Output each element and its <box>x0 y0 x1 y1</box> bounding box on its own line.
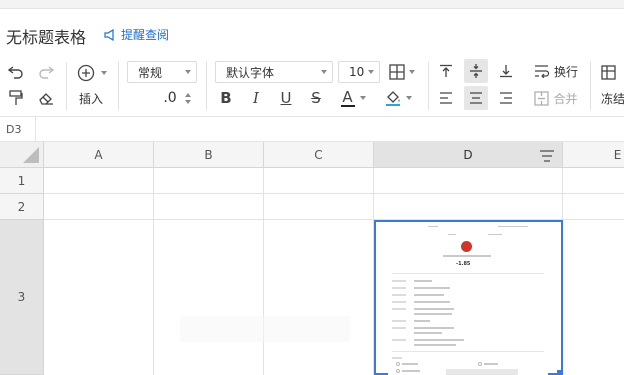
megaphone-icon <box>104 28 117 41</box>
number-format-select[interactable]: 常规 <box>127 61 197 83</box>
grid-line <box>153 168 154 375</box>
format-painter-icon <box>9 90 23 105</box>
grid-line <box>263 168 264 375</box>
row-header-3[interactable]: 3 <box>0 220 44 375</box>
reminder-label: 提醒查阅 <box>121 28 170 42</box>
freeze-panes-label: 冻结 <box>601 91 624 106</box>
toolbar-separator <box>206 62 207 110</box>
grid-line <box>44 193 624 194</box>
align-bottom-icon <box>500 65 512 78</box>
font-size-value: 10 <box>349 65 365 79</box>
font-color-icon: A <box>340 88 355 107</box>
align-right-icon <box>500 92 512 104</box>
align-center-button[interactable] <box>464 86 488 110</box>
paint-bucket-icon <box>385 90 401 106</box>
merchant-logo <box>461 241 472 252</box>
toolbar-separator <box>428 62 429 110</box>
fill-handle[interactable] <box>557 370 563 375</box>
reminder-button[interactable]: 提醒查阅 <box>104 26 169 43</box>
font-color-swatch <box>340 105 355 107</box>
merge-cells-button[interactable]: 合并 <box>532 88 580 108</box>
italic-button[interactable]: I <box>246 88 266 108</box>
number-format-value: 常规 <box>138 65 163 80</box>
eraser-icon <box>39 93 53 105</box>
font-color-letter: A <box>342 88 353 106</box>
font-family-select[interactable]: 默认字体 <box>215 61 333 83</box>
cell-reference[interactable]: D3 <box>0 117 36 141</box>
decimal-places-value: .0 <box>163 90 177 106</box>
fill-color-dropdown[interactable] <box>380 86 416 110</box>
borders-icon <box>389 64 405 80</box>
column-header-d[interactable]: D <box>374 142 563 168</box>
embedded-receipt-image[interactable]: -1.85 <box>388 224 548 375</box>
chevron-down-icon <box>368 70 374 74</box>
redo-icon <box>39 66 54 79</box>
strikethrough-button[interactable]: S <box>306 88 326 108</box>
freeze-panes-icon <box>600 64 616 80</box>
wrap-text-button[interactable]: 换行 <box>532 61 580 81</box>
insert-label: 插入 <box>78 91 103 106</box>
toolbar-separator <box>590 62 591 110</box>
align-right-button[interactable] <box>496 88 516 108</box>
chevron-down-icon <box>185 70 191 74</box>
merge-cells-icon <box>534 90 550 106</box>
undo-icon <box>8 66 23 79</box>
document-title[interactable]: 无标题表格 <box>6 24 86 48</box>
freeze-panes-button[interactable] <box>598 62 618 82</box>
align-middle-icon <box>470 64 482 78</box>
wrap-text-label: 换行 <box>553 64 578 79</box>
redo-button[interactable] <box>36 62 56 82</box>
borders-dropdown[interactable] <box>386 61 418 83</box>
align-left-icon <box>440 92 452 104</box>
select-all-corner[interactable] <box>0 142 44 168</box>
font-color-dropdown[interactable]: A <box>336 86 370 110</box>
align-center-icon <box>470 92 482 104</box>
align-top-button[interactable] <box>436 61 456 81</box>
bold-button[interactable]: B <box>216 88 236 108</box>
font-size-select[interactable]: 10 <box>338 61 380 83</box>
formula-bar: D3 <box>0 116 624 142</box>
undo-button[interactable] <box>6 62 26 82</box>
merge-cells-label: 合并 <box>553 91 578 106</box>
column-header-e[interactable]: E <box>563 142 624 168</box>
chevron-down-icon <box>359 96 366 100</box>
toolbar: 插入 常规 .0 默认字体 10 B I U S A 换行 合并 冻结 <box>0 56 624 116</box>
column-header-b[interactable]: B <box>154 142 264 168</box>
sheet-grid: A B C D E 1 2 3 -1.85 <box>0 142 624 375</box>
payment-amount: -1.85 <box>456 261 471 267</box>
format-painter-button[interactable] <box>6 88 26 108</box>
underline-button[interactable]: U <box>276 88 296 108</box>
chevron-down-icon <box>101 71 107 75</box>
decimal-stepper[interactable] <box>183 88 193 108</box>
font-family-value: 默认字体 <box>226 65 275 80</box>
plus-circle-icon <box>77 64 95 82</box>
column-header-a[interactable]: A <box>44 142 154 168</box>
column-header-c[interactable]: C <box>264 142 374 168</box>
fill-color-swatch <box>385 104 400 106</box>
title-bar: 无标题表格 提醒查阅 <box>0 8 624 56</box>
corner-triangle-icon <box>23 147 39 163</box>
wrap-text-icon <box>534 65 550 78</box>
toolbar-separator <box>118 62 119 110</box>
chevron-down-icon <box>185 99 191 104</box>
row-header-1[interactable]: 1 <box>0 168 44 194</box>
faded-cell-content <box>180 316 350 342</box>
align-middle-button[interactable] <box>464 59 488 83</box>
chevron-down-icon <box>409 70 415 74</box>
chevron-up-icon <box>185 92 191 97</box>
chevron-down-icon <box>321 70 327 74</box>
row-header-2[interactable]: 2 <box>0 194 44 220</box>
chevron-down-icon <box>405 96 412 100</box>
selected-cell-d3[interactable]: -1.85 <box>374 220 563 375</box>
align-bottom-button[interactable] <box>496 61 516 81</box>
align-top-icon <box>440 64 452 77</box>
column-menu-icon[interactable] <box>539 148 555 167</box>
insert-dropdown[interactable] <box>74 63 110 83</box>
toolbar-separator <box>66 62 67 110</box>
align-left-button[interactable] <box>436 88 456 108</box>
clear-format-button[interactable] <box>36 88 56 108</box>
